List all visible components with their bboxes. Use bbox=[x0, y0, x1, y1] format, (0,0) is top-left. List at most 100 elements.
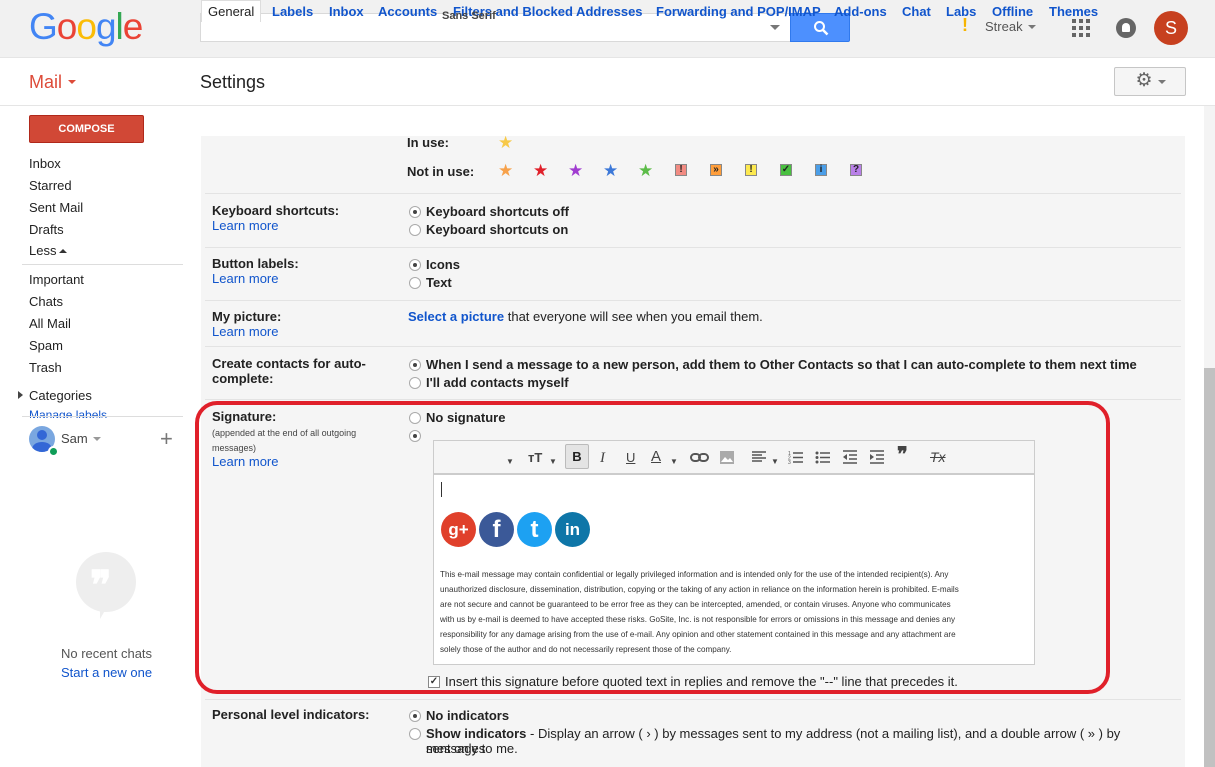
google-logo[interactable]: Google bbox=[29, 6, 144, 48]
chevron-up-icon bbox=[59, 249, 68, 253]
show-indicators-radio[interactable] bbox=[409, 728, 421, 740]
twitter-icon[interactable]: t bbox=[517, 512, 552, 547]
marker-option-icon[interactable]: ? bbox=[850, 164, 862, 176]
marker-option-icon[interactable]: ✓ bbox=[780, 164, 792, 176]
sidebar-item-drafts[interactable]: Drafts bbox=[29, 222, 64, 237]
star-option-icon[interactable]: ★ bbox=[568, 162, 583, 179]
facebook-icon[interactable]: f bbox=[479, 512, 514, 547]
google-plus-icon[interactable]: g+ bbox=[441, 512, 476, 547]
personal-indicators-label: Personal level indicators: bbox=[212, 707, 370, 722]
streak-chevron-down-icon[interactable] bbox=[1028, 25, 1036, 29]
compose-button[interactable]: COMPOSE bbox=[29, 115, 144, 143]
keyboard-on-label[interactable]: Keyboard shortcuts on bbox=[426, 222, 568, 237]
chat-status-chevron-icon[interactable] bbox=[93, 437, 101, 441]
no-indicators-radio[interactable] bbox=[409, 710, 421, 722]
row-divider bbox=[205, 699, 1181, 700]
show-indicators-label: Show indicators bbox=[426, 726, 527, 741]
sidebar-item-starred[interactable]: Starred bbox=[29, 178, 72, 193]
button-text-label[interactable]: Text bbox=[426, 275, 452, 290]
marker-option-icon[interactable]: i bbox=[815, 164, 827, 176]
sidebar-item-all-mail[interactable]: All Mail bbox=[29, 316, 71, 331]
select-picture-link[interactable]: Select a picture bbox=[408, 309, 504, 324]
tab-labels[interactable]: Labels bbox=[272, 4, 313, 19]
tab-accounts[interactable]: Accounts bbox=[378, 4, 437, 19]
logo-letter: o bbox=[76, 6, 97, 47]
marker-option-icon[interactable]: ! bbox=[745, 164, 757, 176]
account-avatar[interactable]: S bbox=[1154, 11, 1188, 45]
settings-gear-button[interactable]: ⚙ bbox=[1114, 67, 1186, 96]
no-chats-text: No recent chats bbox=[61, 646, 153, 661]
keyboard-off-label[interactable]: Keyboard shortcuts off bbox=[426, 204, 569, 219]
my-picture-label: My picture: bbox=[212, 309, 282, 324]
tab-add-ons[interactable]: Add-ons bbox=[834, 4, 887, 19]
sidebar-item-inbox[interactable]: Inbox bbox=[29, 156, 61, 171]
button-text-radio[interactable] bbox=[409, 277, 421, 289]
marker-option-icon[interactable]: ! bbox=[675, 164, 687, 176]
chat-user-name[interactable]: Sam bbox=[61, 431, 88, 446]
mail-app-switcher[interactable]: Mail bbox=[29, 72, 62, 93]
create-contacts-label-line2: complete: bbox=[212, 371, 274, 386]
contacts-manual-radio[interactable] bbox=[409, 377, 421, 389]
sidebar-item-sent-mail[interactable]: Sent Mail bbox=[29, 200, 83, 215]
show-indicators-description-line2: sent only to me. bbox=[426, 741, 518, 756]
gear-chevron-down-icon[interactable] bbox=[1158, 80, 1166, 84]
star-option-icon[interactable]: ★ bbox=[638, 162, 653, 179]
expand-arrow-icon[interactable] bbox=[18, 391, 23, 399]
tab-chat[interactable]: Chat bbox=[902, 4, 931, 19]
sidebar-item-important[interactable]: Important bbox=[29, 272, 84, 287]
tab-inbox[interactable]: Inbox bbox=[329, 4, 364, 19]
start-new-chat-link[interactable]: Start a new one bbox=[61, 665, 152, 680]
scrollbar-thumb[interactable] bbox=[1204, 368, 1215, 767]
tab-general[interactable]: General bbox=[201, 0, 262, 22]
show-indicators-text[interactable]: Show indicators - Display an arrow ( › )… bbox=[426, 726, 1181, 756]
sidebar-item-chats[interactable]: Chats bbox=[29, 294, 63, 309]
my-picture-description: that everyone will see when you email th… bbox=[504, 309, 763, 324]
sidebar-item-trash[interactable]: Trash bbox=[29, 360, 62, 375]
apps-grid-icon[interactable] bbox=[1072, 19, 1090, 37]
button-icons-label[interactable]: Icons bbox=[426, 257, 460, 272]
star-option-icon[interactable]: ★ bbox=[533, 162, 548, 179]
star-option-icon[interactable]: ★ bbox=[603, 162, 618, 179]
yellow-star-icon[interactable]: ★ bbox=[498, 134, 513, 151]
tab-forwarding[interactable]: Forwarding and POP/IMAP bbox=[656, 4, 821, 19]
sidebar-divider bbox=[22, 416, 183, 417]
sidebar-item-categories[interactable]: Categories bbox=[29, 388, 92, 403]
tab-themes[interactable]: Themes bbox=[1049, 4, 1098, 19]
keyboard-learn-more-link[interactable]: Learn more bbox=[212, 218, 278, 233]
tab-labs[interactable]: Labs bbox=[946, 4, 976, 19]
my-picture-text: Select a picture that everyone will see … bbox=[408, 309, 763, 324]
online-status-icon bbox=[48, 446, 59, 457]
search-icon bbox=[814, 21, 829, 36]
keyboard-on-radio[interactable] bbox=[409, 224, 421, 236]
show-indicators-description: - Display an arrow ( › ) by messages sen… bbox=[426, 726, 1121, 756]
sidebar-item-spam[interactable]: Spam bbox=[29, 338, 63, 353]
page-title: Settings bbox=[200, 72, 266, 92]
contacts-auto-radio[interactable] bbox=[409, 359, 421, 371]
add-chat-icon[interactable]: + bbox=[160, 427, 173, 451]
sidebar-divider bbox=[22, 264, 183, 265]
font-family-select[interactable]: Sans Serif bbox=[442, 9, 496, 23]
marker-option-icon[interactable]: » bbox=[710, 164, 722, 176]
star-option-icon[interactable]: ★ bbox=[498, 162, 513, 179]
contacts-auto-label[interactable]: When I send a message to a new person, a… bbox=[426, 357, 1137, 372]
notifications-bell-icon[interactable] bbox=[1116, 18, 1136, 38]
search-options-chevron-icon[interactable] bbox=[770, 25, 780, 30]
no-indicators-label[interactable]: No indicators bbox=[426, 708, 509, 723]
gmail-settings-window: Google ! Streak S Mail Settings ⚙ COMPOS… bbox=[0, 0, 1215, 767]
contacts-manual-label[interactable]: I'll add contacts myself bbox=[426, 375, 569, 390]
logo-letter: G bbox=[29, 6, 58, 47]
signature-highlight-box bbox=[195, 401, 1110, 694]
my-picture-learn-more-link[interactable]: Learn more bbox=[212, 324, 278, 339]
button-icons-radio[interactable] bbox=[409, 259, 421, 271]
keyboard-off-radio[interactable] bbox=[409, 206, 421, 218]
button-labels-learn-more-link[interactable]: Learn more bbox=[212, 271, 278, 286]
tab-offline[interactable]: Offline bbox=[992, 4, 1033, 19]
linkedin-icon[interactable]: in bbox=[555, 512, 590, 547]
logo-letter: e bbox=[122, 6, 144, 47]
stars-in-use-label: In use: bbox=[407, 135, 449, 150]
stars-not-in-use-label: Not in use: bbox=[407, 164, 475, 179]
mail-chevron-down-icon[interactable] bbox=[68, 80, 76, 84]
streak-menu[interactable]: Streak bbox=[985, 19, 1023, 34]
row-divider bbox=[205, 346, 1181, 347]
sidebar-item-less[interactable]: Less bbox=[29, 243, 68, 258]
